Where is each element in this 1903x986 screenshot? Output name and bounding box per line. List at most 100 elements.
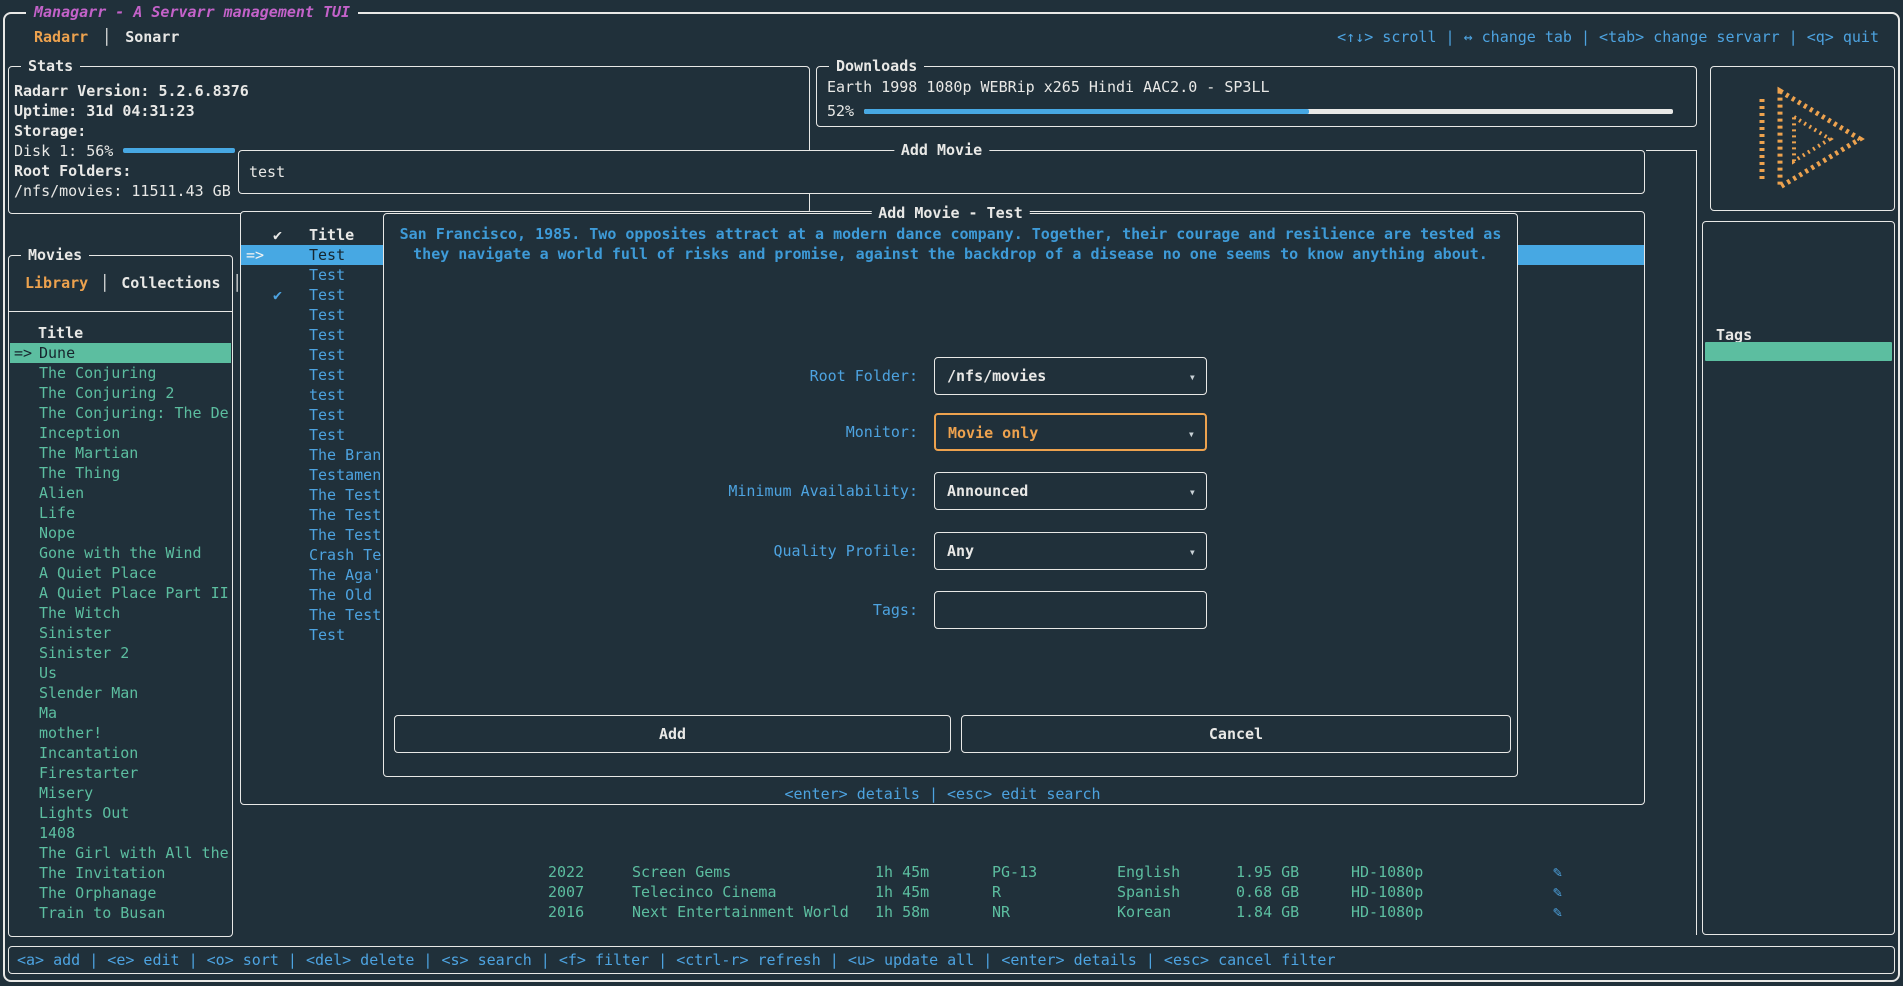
tags-column-panel: Tags xyxy=(1702,221,1895,935)
movie-title: Ma xyxy=(39,703,57,723)
root-folder-field-row: Root Folder: /nfs/movies ▾ xyxy=(384,357,1517,397)
library-movie-row[interactable]: Nope xyxy=(10,523,231,543)
added-checkmark-icon: ✔ xyxy=(273,285,303,305)
library-movie-row[interactable]: The Martian xyxy=(10,443,231,463)
library-movie-row[interactable]: Lights Out xyxy=(10,803,231,823)
library-movie-row[interactable]: Us xyxy=(10,663,231,683)
movie-title: A Quiet Place Part II xyxy=(39,583,229,603)
library-table-row[interactable]: 2022 Screen Gems 1h 45m PG-13 English 1.… xyxy=(0,862,1700,882)
cell-size: 0.68 GB xyxy=(1236,882,1299,902)
result-title: Test xyxy=(309,345,345,365)
managarr-app-window: Managarr - A Servarr management TUI Rada… xyxy=(0,0,1903,986)
library-movie-row[interactable]: The Conjuring: The De xyxy=(10,403,231,423)
edit-tag-icon: ✎ xyxy=(1553,862,1562,882)
library-table-row[interactable]: 2007 Telecinco Cinema 1h 45m R Spanish 0… xyxy=(0,882,1700,902)
library-movie-row[interactable]: The Witch xyxy=(10,603,231,623)
minimum-availability-select[interactable]: Announced ▾ xyxy=(934,472,1207,510)
cell-year: 2016 xyxy=(548,902,584,922)
add-movie-modal: Add Movie - Test San Francisco, 1985. Tw… xyxy=(383,213,1518,777)
library-movie-row[interactable]: Sinister xyxy=(10,623,231,643)
download-item-name: Earth 1998 1080p WEBRip x265 Hindi AAC2.… xyxy=(827,77,1270,97)
download-percent-label: 52% xyxy=(827,101,854,121)
movie-title: The Thing xyxy=(39,463,120,483)
checkmark-column-header-icon: ✔ xyxy=(273,225,282,245)
root-folder-label: Root Folder: xyxy=(384,366,918,386)
cell-size: 1.95 GB xyxy=(1236,862,1299,882)
downloads-panel-title: Downloads xyxy=(829,56,924,76)
library-movie-row[interactable]: Life xyxy=(10,503,231,523)
library-table-row[interactable]: 2016 Next Entertainment World 1h 58m NR … xyxy=(0,902,1700,922)
results-keybind-hint: <enter> details | <esc> edit search xyxy=(240,784,1645,804)
cell-quality-profile: HD-1080p xyxy=(1351,902,1423,922)
cell-year: 2007 xyxy=(548,882,584,902)
chevron-down-icon: ▾ xyxy=(1188,424,1195,444)
app-title: Managarr - A Servarr management TUI xyxy=(26,2,358,22)
quality-profile-value: Any xyxy=(947,541,974,561)
tab-library[interactable]: Library xyxy=(25,273,88,293)
cell-studio: Telecinco Cinema xyxy=(632,882,777,902)
add-button[interactable]: Add xyxy=(394,715,951,753)
result-title: Test xyxy=(309,325,345,345)
root-folder-value: /nfs/movies xyxy=(947,366,1046,386)
add-movie-search-input[interactable]: test xyxy=(249,162,285,182)
library-movie-row[interactable]: The Thing xyxy=(10,463,231,483)
library-movie-row[interactable]: The Conjuring xyxy=(10,363,231,383)
movies-library-panel: Movies Library │ Collections │ Title => … xyxy=(8,255,233,937)
monitor-select[interactable]: Movie only ▾ xyxy=(934,413,1207,451)
cell-rating: PG-13 xyxy=(992,862,1037,882)
movie-title: The Martian xyxy=(39,443,138,463)
cell-quality-profile: HD-1080p xyxy=(1351,882,1423,902)
library-movie-row[interactable]: Alien xyxy=(10,483,231,503)
minimum-availability-value: Announced xyxy=(947,481,1028,501)
selected-row-marker: => xyxy=(14,343,38,363)
library-table-rows: 2022 Screen Gems 1h 45m PG-13 English 1.… xyxy=(0,862,1700,922)
result-title: The Aga' xyxy=(309,565,381,585)
tab-collections[interactable]: Collections xyxy=(121,273,220,293)
movie-title: The Conjuring xyxy=(39,363,156,383)
library-movie-row[interactable]: Firestarter xyxy=(10,763,231,783)
tab-radarr[interactable]: Radarr xyxy=(34,27,88,47)
movie-title: Inception xyxy=(39,423,120,443)
library-movie-row[interactable]: Sinister 2 xyxy=(10,643,231,663)
library-movie-row[interactable]: Gone with the Wind xyxy=(10,543,231,563)
result-title: The Test xyxy=(309,485,381,505)
library-movie-row[interactable]: Misery xyxy=(10,783,231,803)
tags-input[interactable] xyxy=(934,591,1207,629)
library-movie-row[interactable]: Ma xyxy=(10,703,231,723)
library-movie-row[interactable]: A Quiet Place Part II xyxy=(10,583,231,603)
movie-overview-text: San Francisco, 1985. Two opposites attra… xyxy=(392,224,1509,264)
library-movie-row[interactable]: 1408 xyxy=(10,823,231,843)
result-title: The Bran xyxy=(309,445,381,465)
library-tab-separator: │ xyxy=(100,273,109,293)
library-movie-row[interactable]: Inception xyxy=(10,423,231,443)
library-movie-row[interactable]: Incantation xyxy=(10,743,231,763)
minimum-availability-label: Minimum Availability: xyxy=(384,481,918,501)
servarr-tab-bar: Radarr │ Sonarr xyxy=(34,27,179,47)
movie-title: mother! xyxy=(39,723,102,743)
movie-title: The Conjuring: The De xyxy=(39,403,229,423)
monitor-field-row: Monitor: Movie only ▾ xyxy=(384,413,1517,453)
cancel-button[interactable]: Cancel xyxy=(961,715,1511,753)
root-folder-select[interactable]: /nfs/movies ▾ xyxy=(934,357,1207,395)
movie-title: Gone with the Wind xyxy=(39,543,202,563)
cell-language: Korean xyxy=(1117,902,1171,922)
overview-line-2: they navigate a world full of risks and … xyxy=(392,244,1509,264)
movies-panel-title: Movies xyxy=(21,245,89,265)
result-title: The Test xyxy=(309,505,381,525)
quality-profile-select[interactable]: Any ▾ xyxy=(934,532,1207,570)
monitor-label: Monitor: xyxy=(384,422,918,442)
library-movie-row[interactable]: The Girl with All the xyxy=(10,843,231,863)
library-movie-row[interactable]: The Conjuring 2 xyxy=(10,383,231,403)
tab-sonarr[interactable]: Sonarr xyxy=(125,27,179,47)
library-movie-row[interactable]: A Quiet Place xyxy=(10,563,231,583)
library-movie-row[interactable]: mother! xyxy=(10,723,231,743)
edit-tag-icon: ✎ xyxy=(1553,882,1562,902)
cell-quality-profile: HD-1080p xyxy=(1351,862,1423,882)
monitor-value: Movie only xyxy=(948,423,1038,443)
library-movie-row[interactable]: => Dune xyxy=(10,343,231,363)
edit-tag-icon: ✎ xyxy=(1553,902,1562,922)
add-movie-search-box[interactable]: Add Movie test xyxy=(238,150,1645,194)
movie-title: Slender Man xyxy=(39,683,138,703)
library-movie-row[interactable]: Slender Man xyxy=(10,683,231,703)
add-movie-modal-title: Add Movie - Test xyxy=(871,203,1030,223)
